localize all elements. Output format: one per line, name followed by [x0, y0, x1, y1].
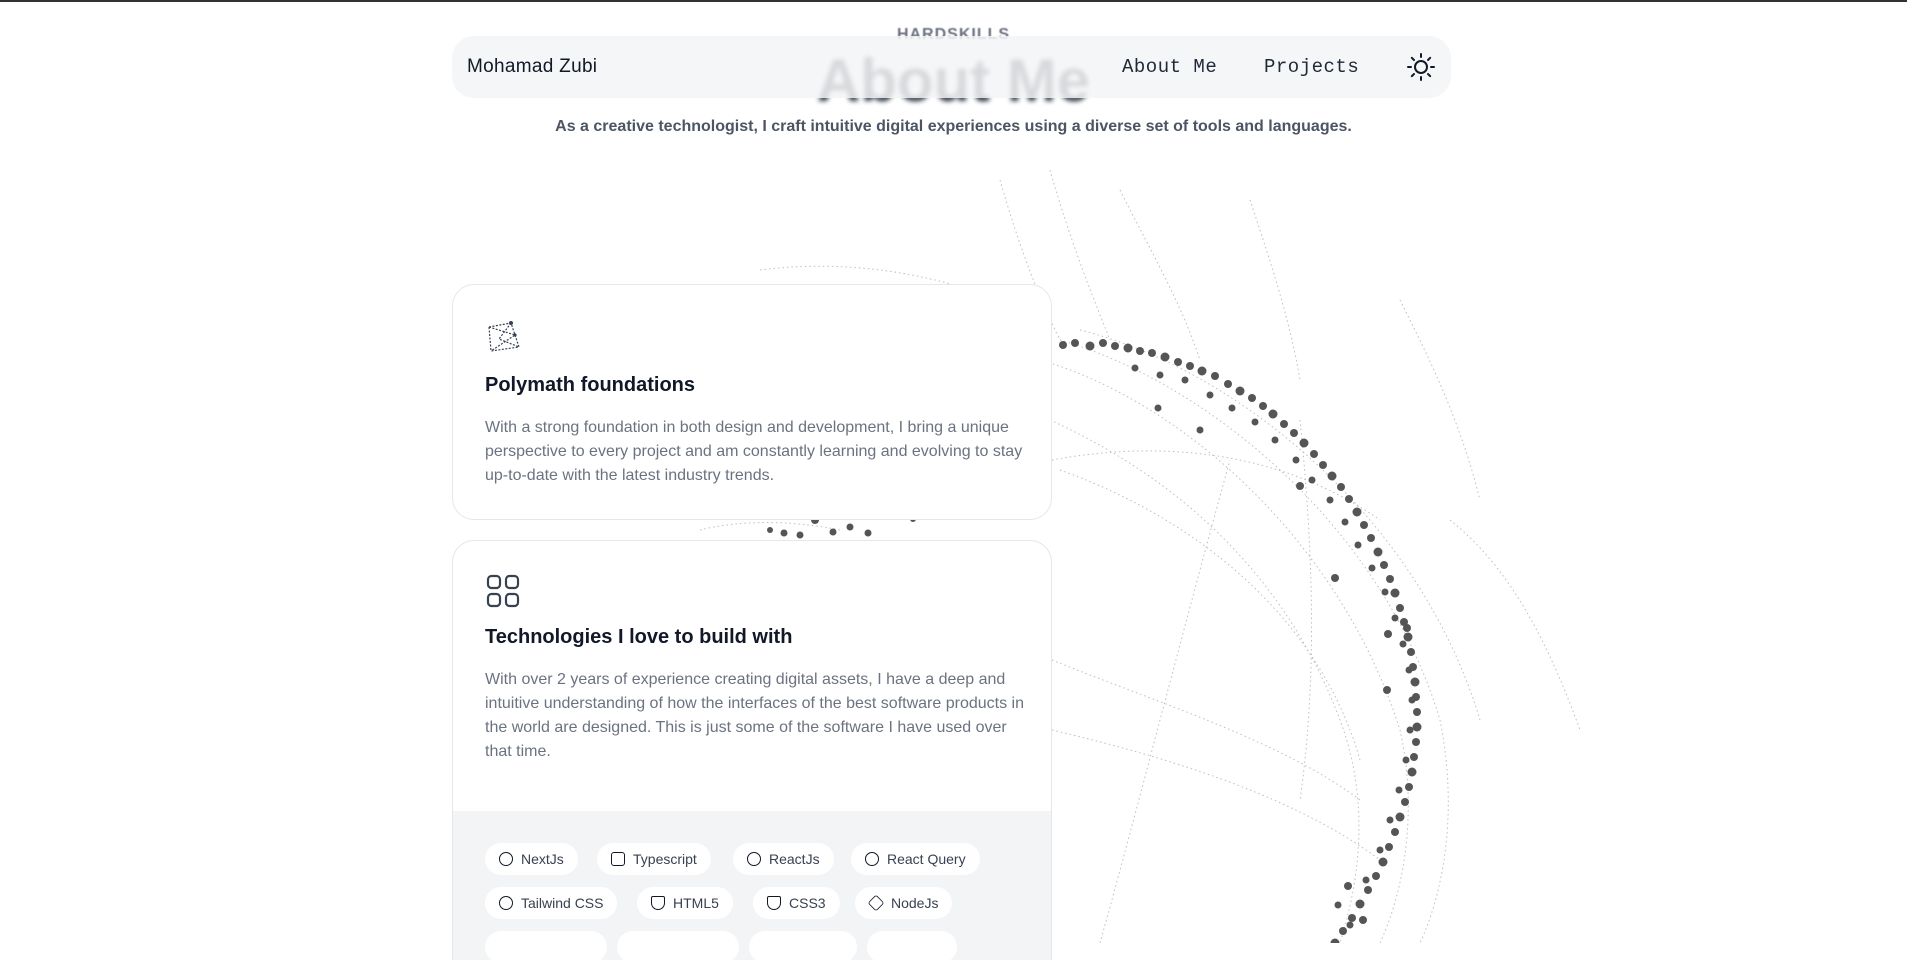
technology-list: NextJs Typescript ReactJs React Query Ta… — [453, 811, 1051, 960]
tech-pill-nextjs[interactable]: NextJs — [485, 843, 578, 875]
page-subtitle: As a creative technologist, I craft intu… — [555, 118, 1352, 135]
tech-label: HTML5 — [673, 895, 719, 911]
constellation-icon — [488, 321, 520, 352]
sun-icon[interactable] — [1406, 52, 1436, 82]
brand-name[interactable]: Mohamad Zubi — [467, 56, 597, 78]
card-description: With over 2 years of experience creating… — [485, 671, 1024, 760]
tech-pill-react-query[interactable]: React Query — [851, 843, 980, 875]
tech-label: ReactJs — [769, 851, 820, 867]
top-navbar: Mohamad Zubi About Me Projects — [452, 36, 1451, 98]
card-title: Polymath foundations — [485, 374, 695, 396]
tech-pill-css3[interactable]: CSS3 — [753, 887, 840, 919]
tech-pill-reactjs[interactable]: ReactJs — [733, 843, 834, 875]
tech-label: NextJs — [521, 851, 564, 867]
tech-pill-html5[interactable]: HTML5 — [637, 887, 733, 919]
grid-icon — [486, 574, 520, 608]
nodejs-icon — [867, 894, 885, 912]
tech-pill-partial[interactable] — [749, 931, 857, 960]
tech-label: NodeJs — [891, 895, 939, 911]
nav-link-projects[interactable]: Projects — [1264, 56, 1359, 78]
tech-label: Tailwind CSS — [521, 895, 604, 911]
tech-pill-tailwind-css[interactable]: Tailwind CSS — [485, 887, 618, 919]
html5-icon — [651, 896, 665, 910]
tailwind-icon — [499, 896, 513, 910]
tech-pill-nodejs[interactable]: NodeJs — [855, 887, 953, 919]
tech-label: React Query — [887, 851, 966, 867]
nextjs-icon — [499, 852, 513, 866]
tech-pill-typescript[interactable]: Typescript — [597, 843, 711, 875]
tech-pill-partial[interactable] — [485, 931, 607, 960]
react-icon — [747, 852, 761, 866]
tech-pill-partial[interactable] — [617, 931, 739, 960]
card-technologies: Technologies I love to build with With o… — [452, 540, 1052, 960]
typescript-icon — [611, 852, 625, 866]
card-polymath-foundations: Polymath foundations With a strong found… — [452, 284, 1052, 520]
tech-pill-partial[interactable] — [867, 931, 957, 960]
card-title: Technologies I love to build with — [485, 626, 793, 648]
tech-label: CSS3 — [789, 895, 826, 911]
css3-icon — [767, 896, 781, 910]
react-query-icon — [865, 852, 879, 866]
card-description: With a strong foundation in both design … — [485, 419, 1023, 484]
nav-link-about-me[interactable]: About Me — [1122, 56, 1217, 78]
tech-label: Typescript — [633, 851, 697, 867]
